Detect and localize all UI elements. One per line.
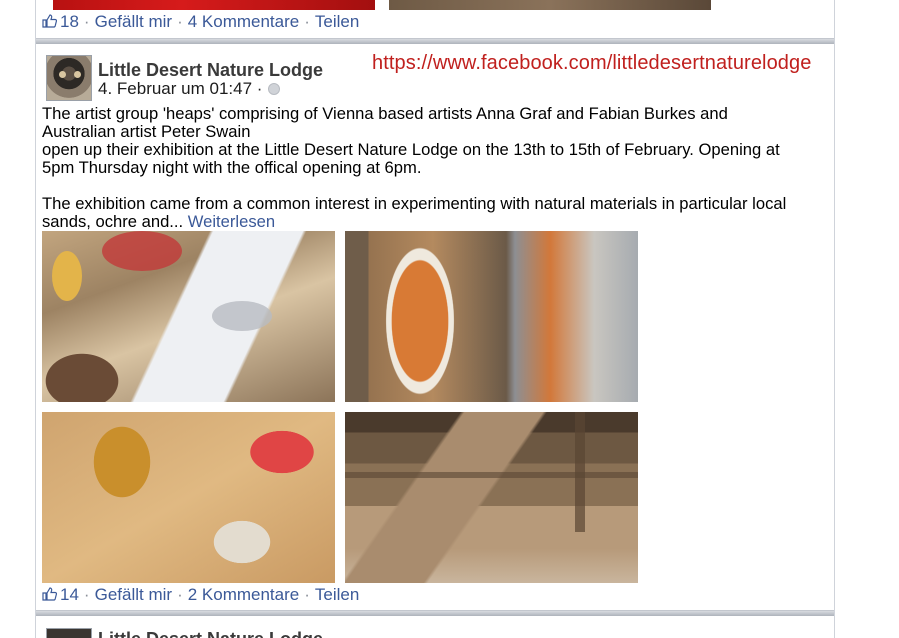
like-thumb-icon	[42, 587, 57, 601]
post-text-line: open up their exhibition at the Little D…	[42, 140, 780, 159]
comments-link[interactable]: 4 Kommentare	[188, 12, 300, 31]
post-photo-sand-art[interactable]	[345, 231, 638, 402]
post-author[interactable]: Little Desert Nature Lodge	[98, 628, 323, 638]
post-text-paragraph: The exhibition came from a common intere…	[42, 194, 787, 231]
like-thumb-icon	[42, 14, 57, 28]
like-link[interactable]: Gefällt mir	[95, 585, 172, 604]
post-text-line: Australian artist Peter Swain	[42, 122, 251, 141]
like-link[interactable]: Gefällt mir	[95, 12, 172, 31]
like-count: 18	[60, 12, 79, 31]
like-count: 14	[60, 585, 79, 604]
share-link[interactable]: Teilen	[315, 12, 359, 31]
previous-post: 18 · Gefällt mir · 4 Kommentare · Teilen	[36, 0, 834, 38]
post-text: The artist group 'heaps' comprising of V…	[42, 105, 832, 231]
timestamp-text[interactable]: 4. Februar um 01:47 ·	[98, 79, 262, 98]
post-photo-installation[interactable]	[345, 412, 638, 583]
comments-link[interactable]: 2 Kommentare	[188, 585, 300, 604]
post-timestamp[interactable]: 4. Februar um 01:47 ·	[98, 79, 281, 99]
previous-post-photo[interactable]	[53, 0, 375, 10]
audience-globe-icon[interactable]	[268, 83, 281, 95]
post-author[interactable]: Little Desert Nature Lodge	[98, 60, 323, 81]
read-more-link[interactable]: Weiterlesen	[188, 212, 275, 231]
post-divider	[36, 38, 834, 44]
url-overlay: https://www.facebook.com/littledesertnat…	[372, 52, 812, 74]
post-photo-materials[interactable]	[42, 412, 335, 583]
post-text-line: The artist group 'heaps' comprising of V…	[42, 104, 728, 123]
post-photo-painting[interactable]	[42, 231, 335, 402]
share-link[interactable]: Teilen	[315, 585, 359, 604]
post-actions: 14 · Gefällt mir · 2 Kommentare · Teilen	[42, 585, 359, 605]
post-text-line: 5pm Thursday night with the offical open…	[42, 158, 422, 177]
previous-post-photo[interactable]	[389, 0, 711, 10]
news-feed: 18 · Gefällt mir · 4 Kommentare · Teilen Littl…	[35, 0, 835, 638]
page-avatar[interactable]	[46, 628, 92, 638]
previous-post-actions: 18 · Gefällt mir · 4 Kommentare · Teilen	[42, 12, 359, 32]
post-divider	[36, 610, 834, 616]
page-avatar[interactable]	[46, 55, 92, 101]
